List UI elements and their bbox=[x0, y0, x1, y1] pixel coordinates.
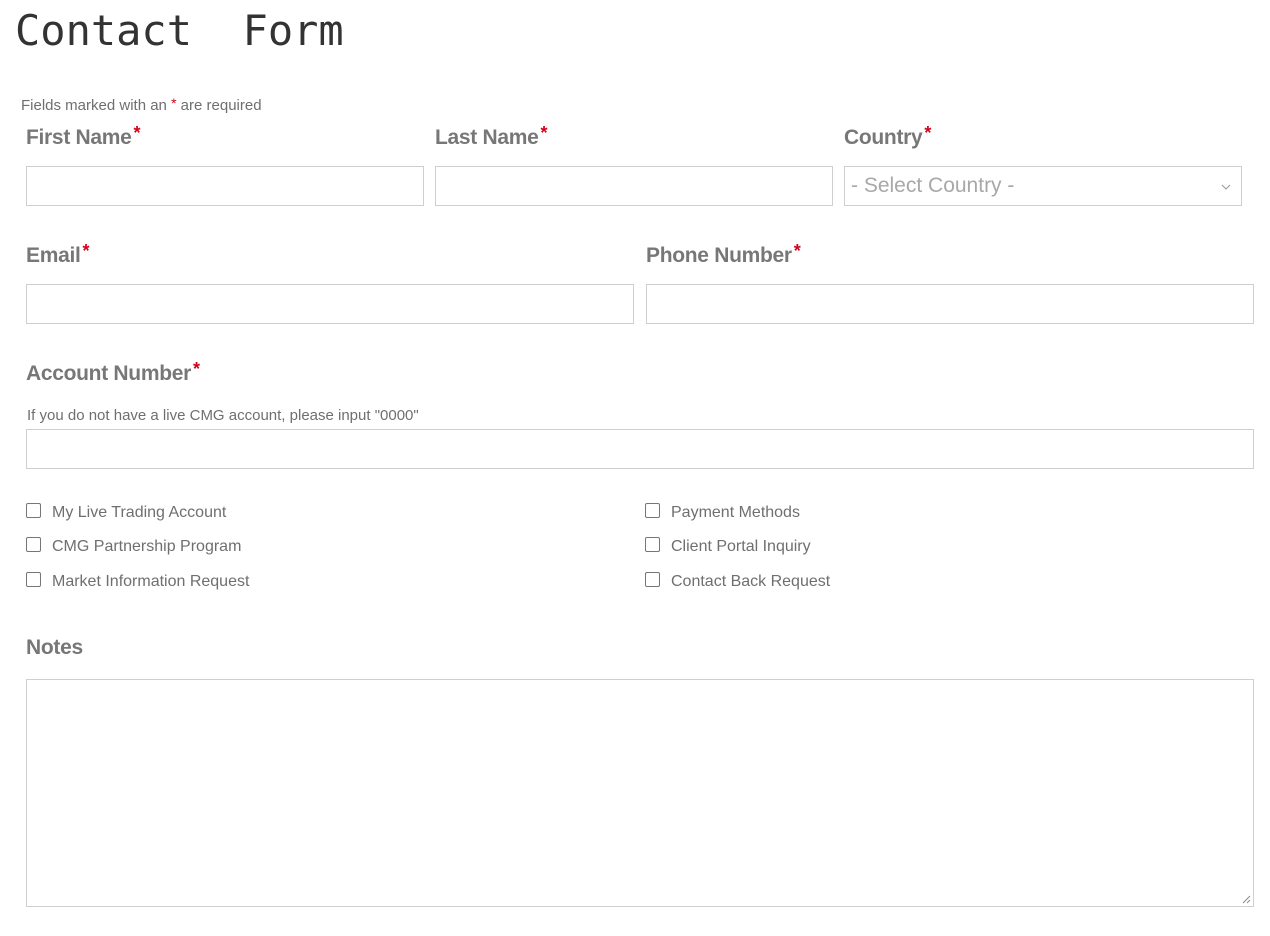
checkbox-my-live-trading-account[interactable] bbox=[26, 503, 41, 518]
first-name-label: First Name * bbox=[26, 123, 141, 150]
topic-checkbox-payment-methods[interactable]: Payment Methods bbox=[645, 503, 800, 523]
topic-checkbox-market-information-request[interactable]: Market Information Request bbox=[26, 572, 249, 592]
required-note-suffix: are required bbox=[176, 97, 262, 114]
last-name-label-text: Last Name bbox=[435, 126, 539, 149]
country-label-text: Country bbox=[844, 126, 923, 149]
first-name-label-text: First Name bbox=[26, 126, 132, 149]
email-required-star: * bbox=[82, 241, 90, 261]
last-name-label: Last Name * bbox=[435, 123, 548, 150]
topic-checkbox-my-live-trading-account[interactable]: My Live Trading Account bbox=[26, 503, 226, 523]
country-select[interactable]: - Select Country - bbox=[844, 166, 1242, 206]
checkbox-label: Payment Methods bbox=[671, 504, 800, 521]
email-input[interactable] bbox=[26, 284, 634, 324]
country-required-star: * bbox=[924, 123, 932, 143]
phone-number-label: Phone Number * bbox=[646, 241, 801, 268]
phone-number-required-star: * bbox=[793, 241, 801, 261]
last-name-input[interactable] bbox=[435, 166, 833, 206]
topic-checkbox-contact-back-request[interactable]: Contact Back Request bbox=[645, 572, 830, 592]
email-label-text: Email bbox=[26, 244, 81, 267]
first-name-required-star: * bbox=[133, 123, 141, 143]
phone-number-input[interactable] bbox=[646, 284, 1254, 324]
last-name-required-star: * bbox=[540, 123, 548, 143]
required-note-prefix: Fields marked with an bbox=[21, 97, 172, 114]
topic-checkbox-cmg-partnership-program[interactable]: CMG Partnership Program bbox=[26, 537, 241, 557]
account-number-label-text: Account Number bbox=[26, 362, 191, 385]
first-name-input[interactable] bbox=[26, 166, 424, 206]
checkbox-client-portal-inquiry[interactable] bbox=[645, 537, 660, 552]
topic-checkbox-client-portal-inquiry[interactable]: Client Portal Inquiry bbox=[645, 537, 811, 557]
notes-textarea[interactable] bbox=[26, 679, 1254, 907]
checkbox-label: Client Portal Inquiry bbox=[671, 538, 811, 555]
checkbox-label: My Live Trading Account bbox=[52, 504, 227, 521]
page-title: Contact Form bbox=[15, 6, 344, 55]
checkbox-label: Contact Back Request bbox=[671, 573, 831, 590]
account-number-input[interactable] bbox=[26, 429, 1254, 469]
checkbox-label: CMG Partnership Program bbox=[52, 538, 242, 555]
phone-number-label-text: Phone Number bbox=[646, 244, 792, 267]
checkbox-label: Market Information Request bbox=[52, 573, 250, 590]
checkbox-cmg-partnership-program[interactable] bbox=[26, 537, 41, 552]
account-number-label: Account Number * bbox=[26, 359, 200, 386]
checkbox-payment-methods[interactable] bbox=[645, 503, 660, 518]
checkbox-market-information-request[interactable] bbox=[26, 572, 41, 587]
resize-grip-icon[interactable] bbox=[1242, 895, 1251, 904]
country-label: Country * bbox=[844, 123, 931, 150]
chevron-down-icon bbox=[1221, 184, 1231, 190]
required-fields-note: Fields marked with an * are required bbox=[21, 95, 262, 114]
email-label: Email * bbox=[26, 241, 90, 268]
notes-label: Notes bbox=[26, 636, 83, 659]
country-select-value: - Select Country - bbox=[851, 174, 1015, 197]
account-number-required-star: * bbox=[192, 359, 200, 379]
checkbox-contact-back-request[interactable] bbox=[645, 572, 660, 587]
account-number-help-text: If you do not have a live CMG account, p… bbox=[27, 407, 419, 424]
